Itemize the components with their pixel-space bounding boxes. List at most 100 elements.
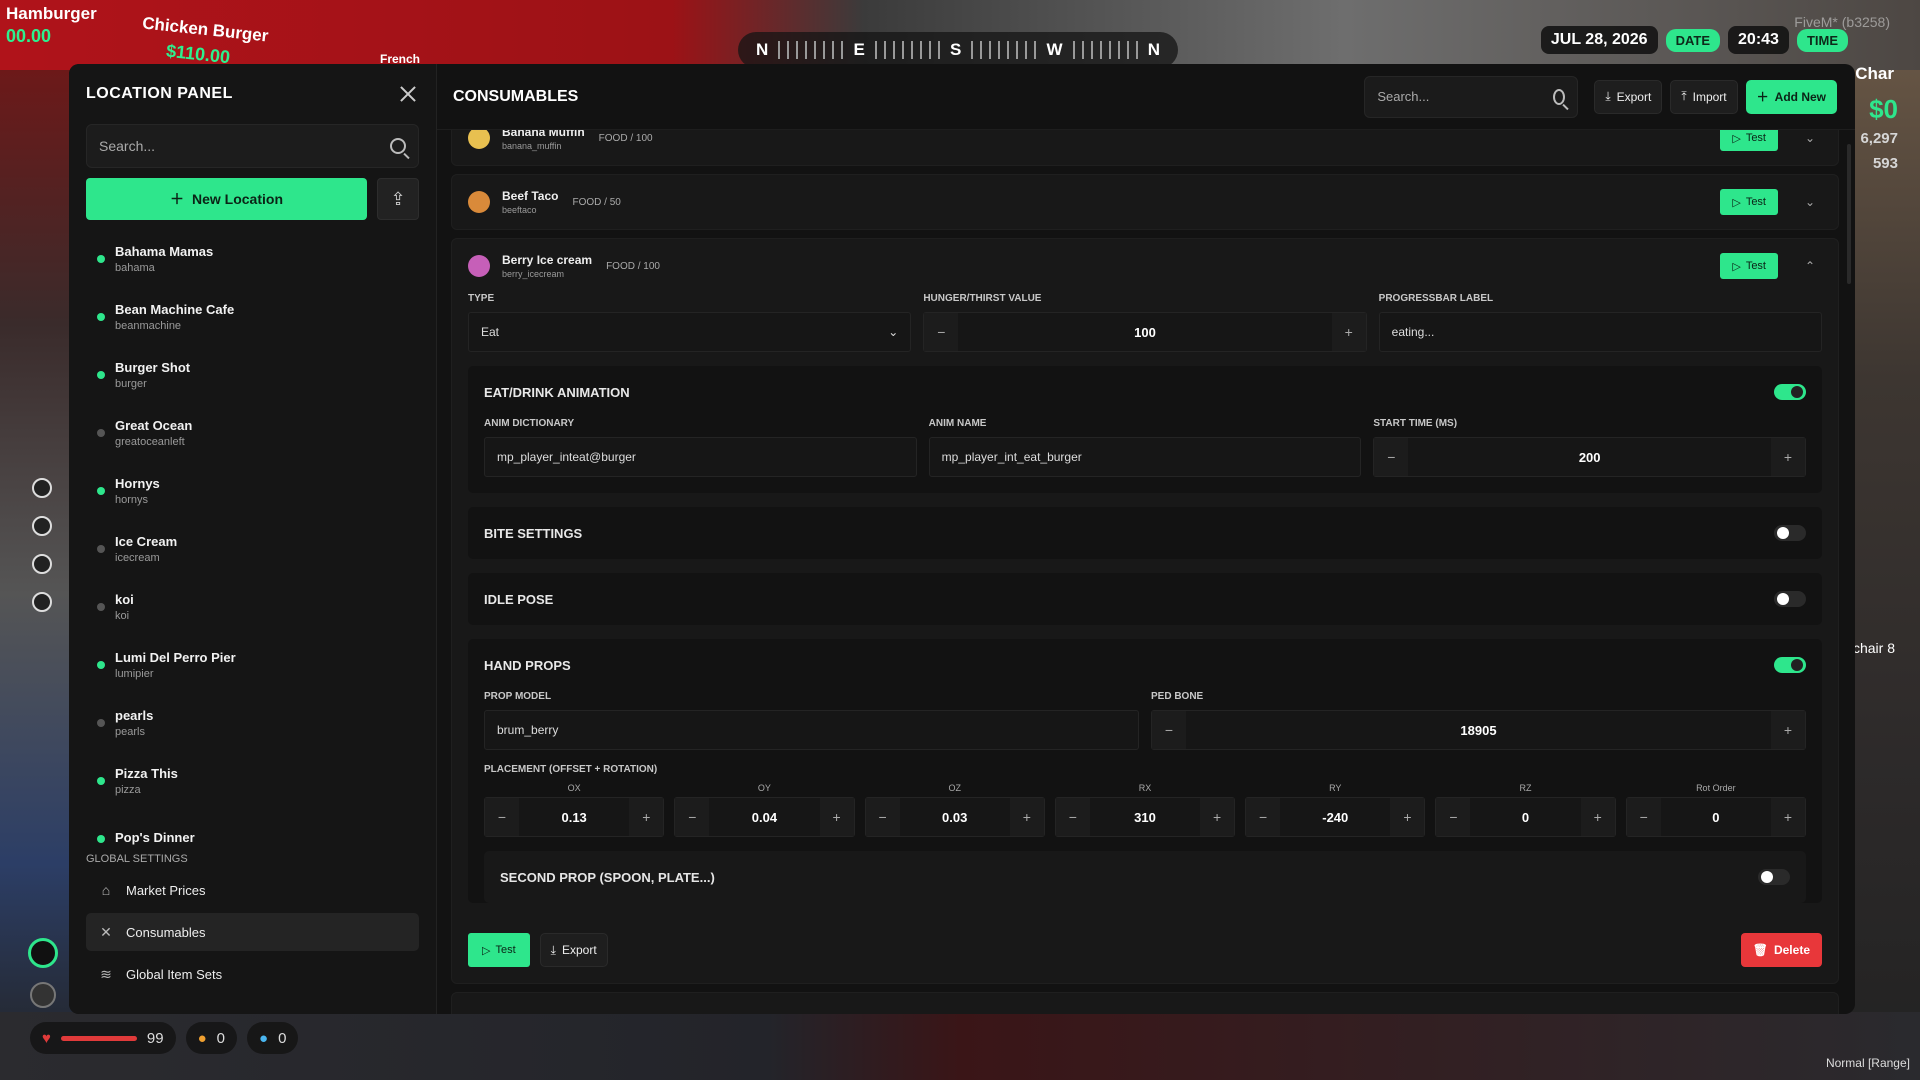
plus-button[interactable]: + — [1009, 798, 1044, 836]
animation-toggle[interactable] — [1774, 384, 1806, 400]
consumable-name: Berry Ice cream — [502, 253, 593, 267]
sidebar-item-global[interactable]: ≋ Global Item Sets — [86, 955, 419, 993]
placement-value[interactable]: 0.04 — [709, 798, 819, 836]
sidebar-item-location[interactable]: Lumi Del Perro Pier lumipier — [69, 636, 436, 694]
chevron-down-icon[interactable]: ⌄ — [1798, 195, 1822, 209]
idle-toggle[interactable] — [1774, 591, 1806, 607]
plus-button[interactable]: + — [1771, 438, 1806, 476]
hand-props-header: HAND PROPS — [468, 639, 1822, 691]
placement-value[interactable]: -240 — [1280, 798, 1390, 836]
consumables-search-input[interactable] — [1377, 89, 1554, 104]
second-prop-toggle[interactable] — [1758, 869, 1790, 885]
search-icon[interactable] — [390, 138, 406, 154]
taco-icon — [468, 191, 490, 213]
test-button[interactable]: ▷ Test — [1720, 253, 1778, 279]
plus-button[interactable]: + — [1580, 798, 1615, 836]
placement-value[interactable]: 0 — [1661, 798, 1771, 836]
compass-s: S — [949, 40, 962, 59]
plus-button[interactable]: + — [1770, 798, 1805, 836]
chevron-up-icon[interactable]: ⌃ — [1798, 259, 1822, 273]
consumable-header[interactable]: Banana Muffin banana_muffin FOOD / 100 ▷… — [452, 130, 1838, 165]
minus-button[interactable]: − — [675, 798, 710, 836]
consumables-search — [1364, 75, 1579, 118]
delete-button[interactable]: 🗑 Delete — [1740, 933, 1822, 967]
export-button[interactable]: ⤓ Export — [1594, 79, 1663, 114]
placement-value[interactable]: 310 — [1090, 798, 1200, 836]
basic-fields: TYPE Eat ⌄ HUNGER/THIRST VALUE − 100 + PR… — [452, 293, 1838, 352]
ped-bone-value[interactable]: 18905 — [1186, 711, 1771, 749]
status-dot — [97, 719, 105, 727]
location-name: Lumi Del Perro Pier — [115, 650, 236, 665]
plus-button[interactable]: + — [1331, 313, 1366, 351]
minus-button[interactable]: − — [924, 313, 959, 351]
plus-icon: ＋ — [1756, 90, 1769, 104]
sidebar-item-location[interactable]: Pizza This pizza — [69, 752, 436, 810]
idle-title: IDLE POSE — [484, 591, 554, 607]
voice-range-status: Normal [Range] — [1825, 1056, 1910, 1070]
plus-button[interactable]: + — [1390, 798, 1425, 836]
placement-value[interactable]: 0.13 — [519, 798, 629, 836]
search-icon[interactable] — [1553, 88, 1566, 105]
sidebar-item-location[interactable]: Ice Cream icecream — [69, 520, 436, 578]
plus-button[interactable]: + — [629, 798, 664, 836]
minus-button[interactable]: − — [1374, 438, 1409, 476]
minus-button[interactable]: − — [1436, 798, 1471, 836]
plus-button[interactable]: + — [1771, 711, 1805, 749]
sidebar-item-location[interactable]: Bean Machine Cafe beanmachine — [69, 288, 436, 346]
new-location-button[interactable]: ＋ New Location — [86, 178, 367, 220]
consumable-type: FOOD / 100 — [606, 260, 660, 272]
prop-fields: PROP MODEL brum_berry PED BONE − 18905 + — [468, 691, 1822, 750]
phone-icon — [32, 554, 52, 574]
placement-value[interactable]: 0.03 — [900, 798, 1010, 836]
start-time-value[interactable]: 200 — [1408, 438, 1771, 476]
placement-value[interactable]: 0 — [1470, 798, 1580, 836]
minus-button[interactable]: − — [485, 798, 519, 836]
download-icon: ⤓ — [550, 942, 556, 957]
minus-button[interactable]: − — [1626, 798, 1661, 836]
close-icon[interactable] — [398, 84, 418, 104]
consumable-type: FOOD / 100 — [598, 132, 653, 144]
play-icon: ▷ — [1732, 260, 1741, 273]
scrollbar[interactable] — [1847, 144, 1851, 284]
export-item-button[interactable]: ⤓ Export — [539, 933, 608, 967]
import-button[interactable]: ⤒ Import — [1670, 79, 1738, 114]
sidebar-item-location[interactable]: pearls pearls — [69, 694, 436, 752]
sidebar-item-location[interactable]: Burger Shot burger — [69, 346, 436, 404]
minus-button[interactable]: − — [1152, 711, 1186, 749]
test-button[interactable]: ▷ Test — [1720, 130, 1778, 151]
plus-button[interactable]: + — [819, 798, 854, 836]
plus-button[interactable]: + — [1200, 798, 1235, 836]
add-new-button[interactable]: ＋ Add New — [1745, 79, 1837, 114]
minus-button[interactable]: − — [1246, 798, 1281, 836]
editor-actions: ▷ Test ⤓ Export 🗑 Delete — [452, 919, 1838, 983]
progress-input[interactable]: eating... — [1378, 312, 1822, 352]
location-text: Bean Machine Cafe beanmachine — [115, 302, 234, 332]
location-search-input[interactable] — [99, 138, 390, 154]
sidebar-item-location[interactable]: Bahama Mamas bahama — [69, 230, 436, 288]
consumable-card-next[interactable] — [451, 992, 1839, 1014]
sidebar-item-location[interactable]: Hornys hornys — [69, 462, 436, 520]
hand-props-title: HAND PROPS — [484, 657, 571, 673]
sidebar-item-global[interactable]: ✕ Consumables — [86, 913, 419, 951]
upload-button[interactable]: ⇪ — [377, 178, 419, 220]
hand-props-toggle[interactable] — [1774, 657, 1806, 673]
minus-button[interactable]: − — [1055, 798, 1090, 836]
bite-toggle[interactable] — [1774, 525, 1806, 541]
value-group: HUNGER/THIRST VALUE − 100 + — [923, 293, 1367, 352]
value-number[interactable]: 100 — [958, 313, 1331, 351]
type-select[interactable]: Eat ⌄ — [468, 312, 912, 352]
test-button[interactable]: ▷ Test — [468, 933, 530, 967]
minus-button[interactable]: − — [865, 798, 900, 836]
sidebar-item-global[interactable]: ⌂ Market Prices — [86, 871, 419, 909]
test-button[interactable]: ▷ Test — [1720, 189, 1778, 215]
consumable-header[interactable]: Beef Taco beeftaco FOOD / 50 ▷ Test ⌄ — [452, 175, 1838, 229]
sidebar-item-location[interactable]: koi koi — [69, 578, 436, 636]
compass-ticks — [1072, 41, 1138, 59]
anim-dict-input[interactable]: mp_player_inteat@burger — [484, 437, 917, 477]
sidebar-item-location[interactable]: Pop's Dinner — [69, 810, 436, 845]
anim-name-input[interactable]: mp_player_int_eat_burger — [928, 437, 1362, 477]
chevron-down-icon[interactable]: ⌄ — [1798, 131, 1822, 145]
prop-model-input[interactable]: brum_berry — [484, 710, 1139, 750]
sidebar-item-location[interactable]: Great Ocean greatoceanleft — [69, 404, 436, 462]
consumable-header[interactable]: Berry Ice cream berry_icecream FOOD / 10… — [452, 239, 1838, 293]
